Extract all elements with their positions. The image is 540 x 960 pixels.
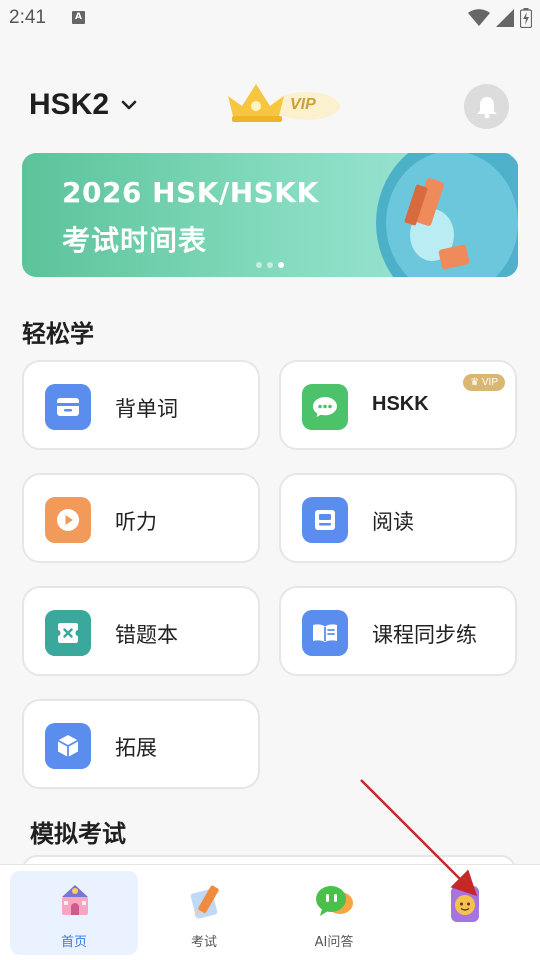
home-castle-icon [62, 885, 88, 915]
pencil-icon [190, 885, 219, 919]
chat-bubble-icon [302, 384, 348, 430]
banner-illustration [376, 153, 518, 277]
wallet-icon [45, 384, 91, 430]
status-time: 2:41 [9, 7, 46, 28]
ai-chat-icon [316, 886, 353, 916]
card-extension[interactable]: 拓展 [22, 699, 260, 789]
cube-icon [45, 723, 91, 769]
chevron-down-icon [121, 97, 137, 113]
card-label: 阅读 [372, 510, 414, 534]
card-course-practice[interactable]: 课程同步练 [279, 586, 517, 676]
notification-a-icon: A [72, 11, 85, 24]
nav-tab-ai-qa[interactable]: AI问答 [270, 871, 398, 955]
notification-bell-button[interactable] [464, 84, 509, 129]
nav-label: AI问答 [314, 935, 354, 950]
status-bar: 2:41 A [0, 0, 540, 36]
card-hskk[interactable]: HSKK ♛ VIP [279, 360, 517, 450]
battery-icon [520, 8, 532, 28]
banner-title-line2: 考试时间表 [62, 224, 208, 257]
status-indicators [468, 7, 532, 29]
vip-badge[interactable]: VIP [224, 80, 340, 128]
book-icon [302, 610, 348, 656]
card-label: 背单词 [115, 397, 178, 421]
card-label: 拓展 [115, 736, 157, 760]
bottom-navigation: 首页 考试 AI问答 [0, 864, 540, 960]
section-title-mock-exam: 模拟考试 [30, 820, 126, 848]
wifi-icon [468, 9, 490, 26]
play-icon [45, 497, 91, 543]
card-label: HSKK [372, 393, 429, 415]
card-mistakes[interactable]: 错题本 [22, 586, 260, 676]
nav-tab-exam[interactable]: 考试 [140, 871, 268, 955]
card-label: 课程同步练 [372, 623, 477, 647]
crown-icon [228, 84, 340, 122]
banner-dot-active[interactable] [278, 262, 284, 268]
vip-tag-label: VIP [481, 377, 498, 388]
section-title-easy-learning: 轻松学 [22, 320, 94, 348]
nav-label: 考试 [190, 935, 217, 950]
banner-title-line1: 2026 HSK/HSKK [62, 176, 319, 209]
bell-icon [476, 96, 497, 118]
close-box-icon [45, 610, 91, 656]
card-reading[interactable]: 阅读 [279, 473, 517, 563]
nav-label: 首页 [60, 935, 87, 950]
banner-pagination [256, 262, 284, 268]
vip-label: VIP [290, 96, 316, 113]
profile-avatar-icon [451, 886, 479, 922]
signal-icon [496, 9, 514, 27]
banner-dot[interactable] [267, 262, 273, 268]
card-listening[interactable]: 听力 [22, 473, 260, 563]
level-selector[interactable]: HSK2 [29, 88, 137, 122]
banner-dot[interactable] [256, 262, 262, 268]
promo-banner[interactable]: 2026 HSK/HSKK 考试时间表 [22, 153, 518, 277]
nav-tab-profile[interactable] [400, 871, 528, 955]
level-title: HSK2 [29, 88, 110, 121]
card-label: 听力 [115, 510, 157, 534]
card-vocabulary[interactable]: 背单词 [22, 360, 260, 450]
reader-icon [302, 497, 348, 543]
vip-tag: ♛ VIP [463, 374, 505, 391]
nav-tab-home[interactable]: 首页 [10, 871, 138, 955]
card-label: 错题本 [115, 623, 178, 647]
